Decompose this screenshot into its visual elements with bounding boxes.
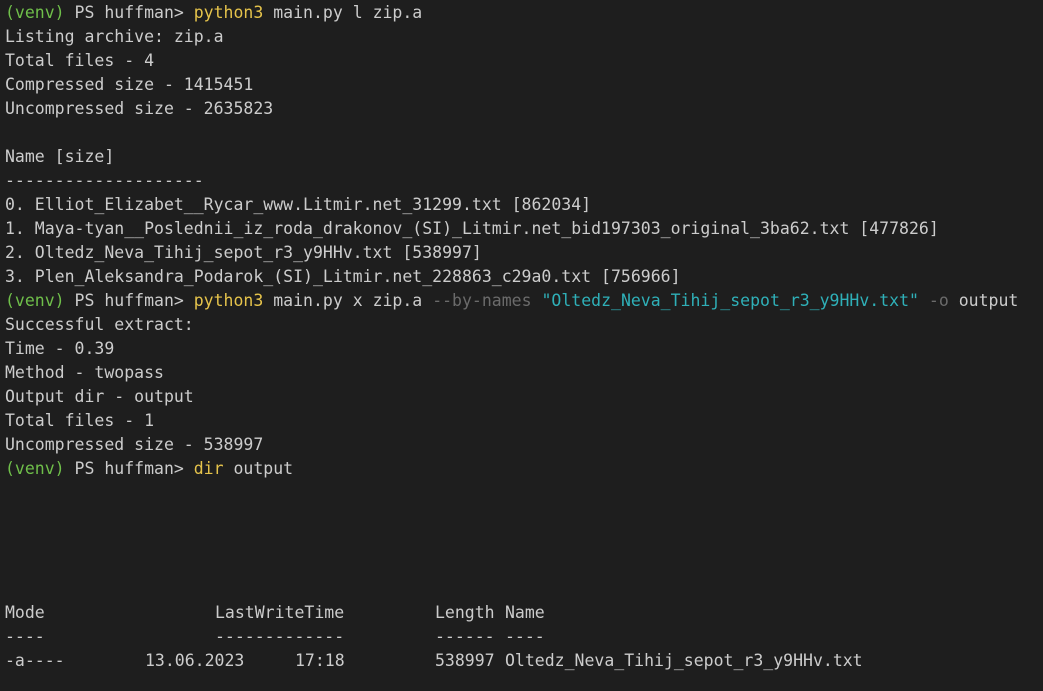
dir-row-time: 17:18 [295, 651, 345, 670]
listing-separator: -------------------- [5, 171, 204, 190]
dir-table-header: Mode LastWriteTime Length Name [5, 601, 545, 625]
listing-file-item: 0. Elliot_Elizabet__Rycar_www.Litmir.net… [5, 195, 592, 214]
command-output-arg: output [948, 291, 1019, 310]
command-program: python3 [193, 3, 264, 22]
dir-row-date: 13.06.2023 [145, 651, 245, 670]
extract-method: Method - twopass [5, 363, 164, 382]
command-args: main.py x zip.a [263, 291, 433, 310]
command-args: output [223, 459, 294, 478]
dir-header-mode: Mode [5, 603, 45, 622]
dir-header-lastwritetime: LastWriteTime [215, 603, 345, 622]
command-args: main.py l zip.a [263, 3, 423, 22]
listing-file-item: 1. Maya-tyan__Poslednii_iz_roda_drakonov… [5, 219, 939, 238]
dir-sep-name: ---- [505, 627, 545, 646]
extract-total-files: Total files - 1 [5, 411, 155, 430]
listing-uncompressed-size: Uncompressed size - 2635823 [5, 99, 274, 118]
dir-table-separator: ---- ------------- ------ ---- [5, 625, 545, 649]
command-flag-by-names: --by-names [432, 291, 532, 310]
extract-uncompressed-size: Uncompressed size - 538997 [5, 435, 264, 454]
listing-total-files: Total files - 4 [5, 51, 155, 70]
dir-row-mode: -a---- [5, 651, 65, 670]
dir-sep-length: ------ [435, 627, 495, 646]
ps-prompt: PS huffman> [64, 459, 194, 478]
terminal-window[interactable]: (venv) PS huffman> python3 main.py l zip… [0, 0, 1043, 691]
listing-compressed-size: Compressed size - 1415451 [5, 75, 254, 94]
dir-row-length: 538997 [435, 651, 495, 670]
venv-label: (venv) [5, 3, 65, 22]
dir-sep-mode: ---- [5, 627, 45, 646]
listing-header: Listing archive: zip.a [5, 27, 224, 46]
prompt-line-3: (venv) PS huffman> dir output [5, 457, 1043, 481]
command-flag-output: -o [928, 291, 949, 310]
dir-header-length: Length [435, 603, 495, 622]
listing-file-item: 3. Plen_Aleksandra_Podarok_(SI)_Litmir.n… [5, 267, 681, 286]
dir-output-table: Mode LastWriteTime Length Name ---- ----… [5, 601, 863, 673]
listing-column-header: Name [size] [5, 147, 115, 166]
dir-sep-lastwritetime: ------------- [215, 627, 345, 646]
command-program: dir [193, 459, 224, 478]
dir-header-name: Name [505, 603, 545, 622]
prompt-line-2: (venv) PS huffman> python3 main.py x zip… [5, 289, 1043, 313]
ps-prompt: PS huffman> [64, 291, 194, 310]
prompt-line-1: (venv) PS huffman> python3 main.py l zip… [5, 1, 1043, 25]
ps-prompt: PS huffman> [64, 3, 194, 22]
dir-row-name: Oltedz_Neva_Tihij_sepot_r3_y9HHv.txt [505, 651, 863, 670]
venv-label: (venv) [5, 291, 65, 310]
extract-time: Time - 0.39 [5, 339, 115, 358]
command-program: python3 [193, 291, 264, 310]
extract-output-dir: Output dir - output [5, 387, 194, 406]
table-row: -a---- 13.06.2023 17:18 538997 Oltedz_Ne… [5, 649, 863, 673]
extract-success: Successful extract: [5, 315, 194, 334]
venv-label: (venv) [5, 459, 65, 478]
command-string-arg: "Oltedz_Neva_Tihij_sepot_r3_y9HHv.txt" [541, 291, 919, 310]
listing-file-item: 2. Oltedz_Neva_Tihij_sepot_r3_y9HHv.txt … [5, 243, 482, 262]
